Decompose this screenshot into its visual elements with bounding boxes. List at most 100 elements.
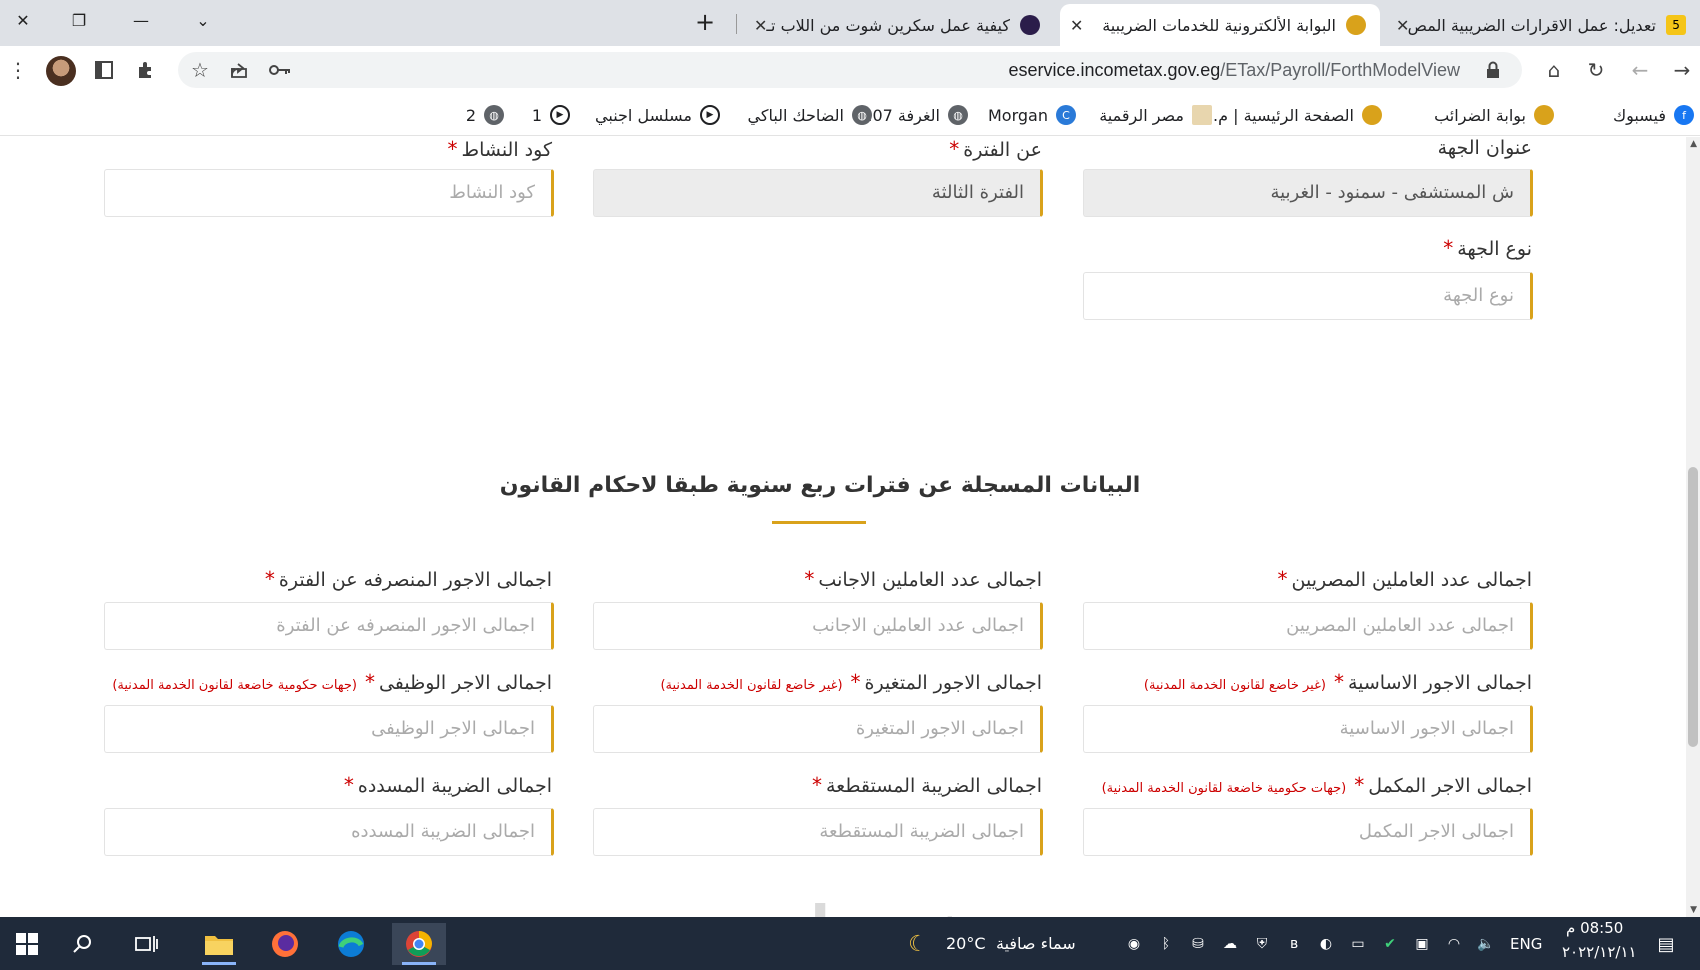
battery-icon[interactable]: ▭ xyxy=(1348,934,1368,954)
activity-code-input[interactable]: كود النشاط xyxy=(104,169,554,217)
notification-icon[interactable]: ▤ xyxy=(1656,934,1676,955)
five-badge-icon: 5 xyxy=(1666,15,1686,35)
avatar[interactable] xyxy=(46,56,76,86)
wages-paid-label: اجمالى الاجور المنصرفه عن الفترة* xyxy=(264,567,552,591)
page-scrollbar[interactable]: ▲ ▼ xyxy=(1686,137,1700,917)
clock-date[interactable]: ٢٠٢٢/١٢/١١ xyxy=(1562,943,1637,961)
bookmark-foreign-series[interactable]: ▶ مسلسل اجنبي xyxy=(595,104,720,126)
browser-toolbar: ⋮ ☆ eservice.incometax.gov.eg/ETax/Payro… xyxy=(0,46,1700,94)
home-icon[interactable]: ⌂ xyxy=(1540,56,1568,84)
egyptian-workers-input[interactable]: اجمالى عدد العاملين المصريين xyxy=(1083,602,1533,650)
window-restore-button[interactable]: ❐ xyxy=(56,0,102,40)
bookmark-2[interactable]: ◍ 2 xyxy=(466,104,504,126)
bookmark-label: الغرفة 207 xyxy=(862,105,940,125)
variable-wages-input[interactable]: اجمالى الاجور المتغيرة xyxy=(593,705,1043,753)
wifi-icon[interactable]: ◠ xyxy=(1444,934,1464,954)
entity-address-label: عنوان الجهة xyxy=(1437,137,1532,159)
security-check-icon[interactable]: ✔ xyxy=(1380,934,1400,954)
back-arrow-icon[interactable]: ← xyxy=(1626,56,1654,84)
windows-start-icon[interactable] xyxy=(0,923,54,965)
file-explorer-icon[interactable] xyxy=(192,923,246,965)
tab-title: تعديل: عمل الاقرارات الضريبية المص xyxy=(1407,15,1656,35)
edge-icon[interactable] xyxy=(324,923,378,965)
display-icon[interactable]: ▣ xyxy=(1412,934,1432,954)
period-field[interactable]: الفترة الثالثة xyxy=(593,169,1043,217)
close-icon[interactable]: ✕ xyxy=(1070,16,1083,35)
tab-search-chevron-icon[interactable]: ⌄ xyxy=(180,0,226,40)
star-bookmark-icon[interactable]: ☆ xyxy=(186,56,214,84)
share-icon[interactable] xyxy=(226,56,254,84)
extensions-puzzle-icon[interactable] xyxy=(132,56,160,84)
bluetooth-icon[interactable]: ᛒ xyxy=(1156,934,1176,954)
tax-seal-icon xyxy=(1534,105,1554,125)
bookmark-1[interactable]: ▶ 1 xyxy=(532,104,570,126)
browser-tray-icon[interactable]: ◐ xyxy=(1316,934,1336,954)
search-icon[interactable] xyxy=(56,923,110,965)
tab-tax-portal[interactable]: البوابة الألكترونية للخدمات الضريبية ✕ xyxy=(1060,4,1380,46)
bookmark-homepage[interactable]: الصفحة الرئيسية | م... xyxy=(1203,104,1382,126)
play-circle-icon: ▶ xyxy=(550,105,570,125)
tax-deducted-input[interactable]: اجمالى الضريبة المستقطعة xyxy=(593,808,1043,856)
window-minimize-button[interactable]: — xyxy=(118,0,164,40)
tab-title: كيفية عمل سكرين شوت من اللاب تـ xyxy=(766,15,1010,35)
play-circle-icon: ▶ xyxy=(700,105,720,125)
shield-icon[interactable]: ⛨ xyxy=(1252,934,1272,954)
bookmark-morgan[interactable]: C Morgan xyxy=(988,104,1076,126)
forward-arrow-icon[interactable]: → xyxy=(1668,56,1696,84)
address-bar[interactable]: ☆ eservice.incometax.gov.eg/ETax/Payroll… xyxy=(178,52,1522,88)
tab-screenshot-guide[interactable]: كيفية عمل سكرين شوت من اللاب تـ ✕ xyxy=(744,4,1054,46)
foreign-workers-input[interactable]: اجمالى عدد العاملين الاجانب xyxy=(593,602,1043,650)
side-panel-icon[interactable] xyxy=(90,56,118,84)
new-tab-button[interactable]: + xyxy=(682,2,728,42)
clock-time[interactable]: 08:50 م xyxy=(1566,919,1623,937)
scroll-up-arrow-icon[interactable]: ▲ xyxy=(1690,139,1697,149)
period-label: عن الفترة* xyxy=(949,137,1042,161)
close-icon[interactable]: ✕ xyxy=(754,16,767,35)
scroll-thumb[interactable] xyxy=(1688,467,1698,747)
bookmark-laughing-crying[interactable]: ◍ الضاحك الباكي xyxy=(747,104,872,126)
entity-type-input[interactable]: نوع الجهة xyxy=(1083,272,1533,320)
moon-weather-icon[interactable]: ☾ xyxy=(908,932,928,957)
weather-temp[interactable]: 20°C xyxy=(946,917,986,970)
basic-wages-label: اجمالى الاجور الاساسية*(غير خاضع لقانون … xyxy=(1143,670,1532,694)
bookmark-label: الصفحة الرئيسية | م... xyxy=(1202,105,1354,125)
task-view-icon[interactable] xyxy=(120,923,174,965)
language-indicator[interactable]: ENG xyxy=(1510,917,1542,970)
usb-icon[interactable]: ⛁ xyxy=(1188,934,1208,954)
menu-kebab-icon[interactable]: ⋮ xyxy=(4,56,32,84)
tab-edit-article[interactable]: 5 تعديل: عمل الاقرارات الضريبية المص ✕ xyxy=(1386,4,1700,46)
bookmark-label: 2 xyxy=(465,105,476,125)
bookmark-digital-egypt[interactable]: مصر الرقمية xyxy=(1099,104,1212,126)
firefox-icon[interactable] xyxy=(258,923,312,965)
window-close-button[interactable]: ✕ xyxy=(0,0,46,40)
reload-icon[interactable]: ↻ xyxy=(1582,56,1610,84)
location-icon[interactable]: ◉ xyxy=(1124,934,1144,954)
basic-wages-input[interactable]: اجمالى الاجور الاساسية xyxy=(1083,705,1533,753)
volume-icon[interactable]: 🔈 xyxy=(1476,934,1496,954)
complementary-wage-input[interactable]: اجمالى الاجر المكمل xyxy=(1083,808,1533,856)
section-underline xyxy=(772,521,866,524)
weather-text[interactable]: سماء صافية xyxy=(996,917,1076,970)
bookmark-room-207[interactable]: ◍ الغرفة 207 xyxy=(862,104,968,126)
digital-egypt-icon xyxy=(1192,105,1212,125)
key-password-icon[interactable] xyxy=(266,56,294,84)
globe-icon: ◍ xyxy=(484,105,504,125)
lock-icon[interactable] xyxy=(1486,61,1500,79)
chrome-icon[interactable] xyxy=(392,923,446,965)
job-wage-label: اجمالى الاجر الوظيفى*(جهات حكومية خاضعة … xyxy=(112,670,552,694)
bookmark-facebook[interactable]: f فيسبوك xyxy=(1613,104,1694,126)
tax-form-page: عنوان الجهة عن الفترة* كود النشاط* ش الم… xyxy=(0,137,1700,917)
app-tray-icon[interactable]: ʙ xyxy=(1284,934,1304,954)
close-icon[interactable]: ✕ xyxy=(1396,16,1409,35)
job-wage-input[interactable]: اجمالى الاجر الوظيفى xyxy=(104,705,554,753)
cloud-icon[interactable]: ☁ xyxy=(1220,934,1240,954)
bookmark-label: الضاحك الباكي xyxy=(747,105,844,125)
entity-type-label: نوع الجهة* xyxy=(1443,236,1532,260)
bookmark-tax-portal[interactable]: بوابة الضرائب xyxy=(1434,104,1554,126)
entity-address-field[interactable]: ش المستشفى - سمنود - الغربية xyxy=(1083,169,1533,217)
tax-seal-icon xyxy=(1362,105,1382,125)
scroll-down-arrow-icon[interactable]: ▼ xyxy=(1690,905,1697,915)
tax-paid-input[interactable]: اجمالى الضريبة المسدده xyxy=(104,808,554,856)
wages-paid-input[interactable]: اجمالى الاجور المنصرفه عن الفترة xyxy=(104,602,554,650)
section-title: البيانات المسجلة عن فترات ربع سنوية طبقا… xyxy=(499,473,1141,498)
